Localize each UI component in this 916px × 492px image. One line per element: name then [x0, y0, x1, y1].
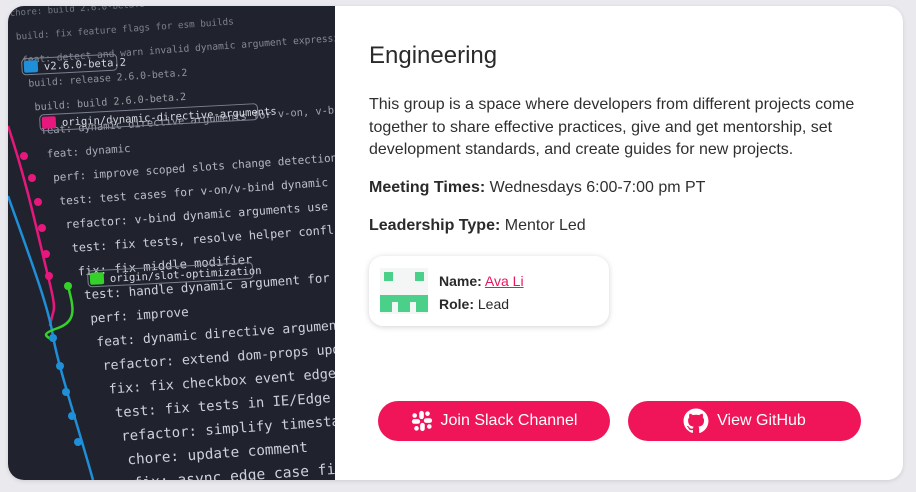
meeting-times: Meeting Times: Wednesdays 6:00-7:00 pm P…	[369, 179, 705, 197]
github-icon	[683, 408, 709, 434]
group-description: This group is a space where developers f…	[369, 96, 855, 158]
group-details: Engineering This group is a space where …	[369, 6, 879, 480]
commit-line: perf: improve	[90, 304, 189, 326]
commit-line: chore: build 2.6.0-beta.3	[10, 6, 146, 19]
view-github-button[interactable]: View GitHub	[628, 401, 861, 441]
leader-info: Name: Ava Li Role: Lead	[439, 270, 524, 316]
leadership-type: Leadership Type: Mentor Led	[369, 217, 586, 235]
leader-role-row: Role: Lead	[439, 293, 524, 316]
commit-dot	[56, 362, 64, 370]
git-log-art: chore: build 2.6.0-beta.3build: fix feat…	[8, 6, 335, 480]
commit-dot	[74, 438, 82, 446]
leader-card: Name: Ava Li Role: Lead	[369, 256, 609, 326]
identicon-avatar	[380, 268, 428, 314]
commit-line: build: fix feature flags for esm builds	[16, 16, 235, 42]
commit-dot	[20, 152, 28, 160]
leader-role-label: Role:	[439, 296, 474, 312]
commit-dot	[45, 272, 53, 280]
commit-dot	[38, 224, 46, 232]
join-slack-button[interactable]: Join Slack Channel	[378, 401, 610, 441]
slack-icon	[411, 410, 433, 432]
meeting-times-value: Wednesdays 6:00-7:00 pm PT	[489, 179, 706, 196]
commit-line: feat: dynamic	[47, 142, 131, 161]
join-slack-label: Join Slack Channel	[440, 412, 578, 429]
leader-name-row: Name: Ava Li	[439, 270, 524, 293]
commit-dot	[62, 388, 70, 396]
commit-dot	[34, 198, 42, 206]
meeting-times-label: Meeting Times:	[369, 179, 486, 196]
group-title: Engineering	[369, 42, 498, 69]
git-log-illustration: chore: build 2.6.0-beta.3 build: fix feat…	[8, 6, 335, 480]
commit-line: build: build 2.6.0-beta.2	[34, 92, 186, 114]
leader-name-link[interactable]: Ava Li	[485, 273, 524, 289]
working-group-card: chore: build 2.6.0-beta.3 build: fix feat…	[8, 6, 903, 480]
commit-dot	[68, 412, 76, 420]
commit-dot	[42, 250, 50, 258]
leader-name-label: Name:	[439, 273, 482, 289]
commit-dot	[28, 174, 36, 182]
leadership-type-value: Mentor Led	[504, 217, 586, 234]
view-github-label: View GitHub	[717, 412, 806, 429]
leader-role-value: Lead	[477, 296, 510, 312]
leadership-type-label: Leadership Type:	[369, 217, 501, 234]
commit-dot	[49, 334, 57, 342]
commit-dot	[64, 282, 72, 290]
